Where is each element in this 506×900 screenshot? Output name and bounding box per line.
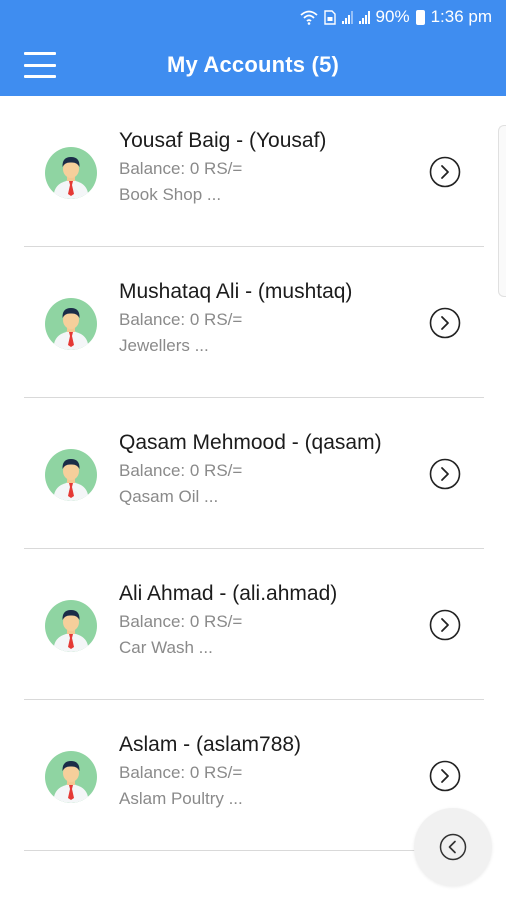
account-name: Mushataq Ali - (mushtaq)	[119, 280, 353, 303]
account-business: Jewellers ...	[119, 336, 209, 355]
back-fab-button[interactable]	[414, 808, 492, 886]
account-balance: Balance: 0 RS/=	[119, 461, 243, 480]
account-balance: Balance: 0 RS/=	[119, 763, 243, 782]
user-avatar-icon	[45, 147, 97, 199]
account-item[interactable]: Mushataq Ali - (mushtaq) Balance: 0 RS/=…	[0, 247, 506, 398]
account-name: Aslam - (aslam788)	[119, 733, 302, 756]
account-business: Book Shop ...	[119, 185, 222, 204]
user-avatar-icon	[45, 449, 97, 501]
chevron-right-icon[interactable]	[429, 760, 461, 792]
sim-icon	[323, 9, 336, 25]
accounts-list: Yousaf Baig - (Yousaf) Balance: 0 RS/= B…	[0, 96, 506, 851]
account-business: Qasam Oil ...	[119, 487, 219, 506]
account-item[interactable]: Qasam Mehmood - (qasam) Balance: 0 RS/= …	[0, 398, 506, 549]
wifi-icon	[299, 10, 318, 25]
account-balance: Balance: 0 RS/=	[119, 310, 243, 329]
signal-icon	[358, 10, 370, 24]
app-bar: My Accounts (5)	[0, 34, 506, 96]
chevron-right-icon[interactable]	[429, 156, 461, 188]
account-item[interactable]: Yousaf Baig - (Yousaf) Balance: 0 RS/= B…	[0, 96, 506, 247]
account-name: Qasam Mehmood - (qasam)	[119, 431, 382, 454]
signal-icon	[341, 10, 353, 24]
user-avatar-icon	[45, 751, 97, 803]
account-item[interactable]: Ali Ahmad - (ali.ahmad) Balance: 0 RS/= …	[0, 549, 506, 700]
battery-percent: 90%	[375, 7, 410, 26]
chevron-right-icon[interactable]	[429, 307, 461, 339]
hamburger-menu-icon[interactable]	[24, 52, 56, 78]
account-name: Ali Ahmad - (ali.ahmad)	[119, 582, 338, 605]
chevron-right-icon[interactable]	[429, 458, 461, 490]
status-bar: 90% 1:36 pm	[0, 0, 506, 34]
account-business: Aslam Poultry ...	[119, 789, 243, 808]
account-balance: Balance: 0 RS/=	[119, 159, 243, 178]
account-business: Car Wash ...	[119, 638, 213, 657]
battery-icon	[415, 9, 425, 25]
chevron-right-icon[interactable]	[429, 609, 461, 641]
account-name: Yousaf Baig - (Yousaf)	[119, 129, 327, 152]
scroll-indicator[interactable]	[498, 125, 506, 297]
status-time: 1:36 pm	[430, 7, 492, 26]
user-avatar-icon	[45, 600, 97, 652]
page-title: My Accounts (5)	[166, 52, 340, 77]
chevron-left-circle-icon	[439, 833, 467, 861]
user-avatar-icon	[45, 298, 97, 350]
account-balance: Balance: 0 RS/=	[119, 612, 243, 631]
